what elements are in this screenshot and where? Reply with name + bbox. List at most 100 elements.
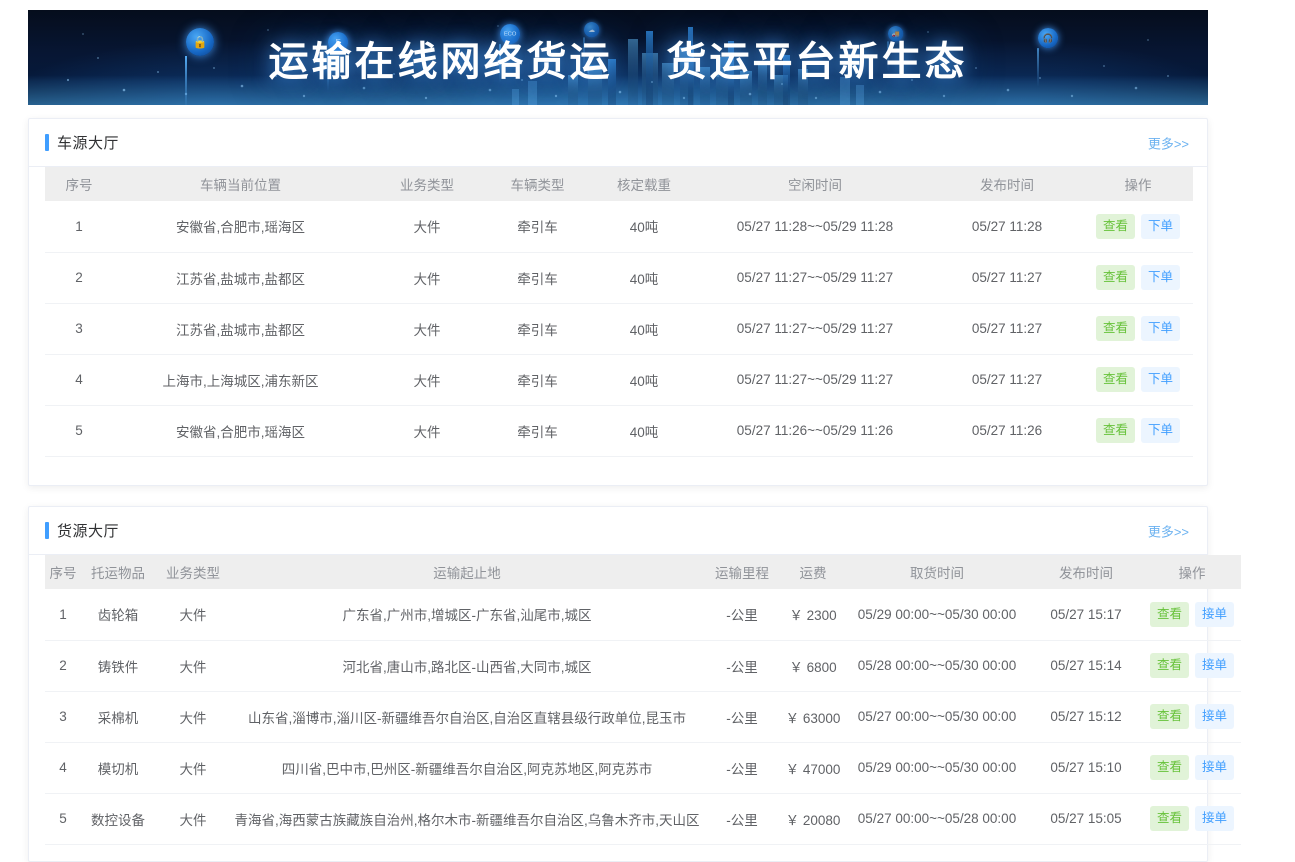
order-button[interactable]: 下单: [1141, 418, 1181, 443]
view-button[interactable]: 查看: [1149, 704, 1189, 729]
accept-button[interactable]: 接单: [1195, 806, 1235, 831]
row-idle-time: 05/27 11:26~~05/29 11:26: [699, 405, 931, 457]
cargo-table-wrapper: 序号 托运物品 业务类型 运输起止地 运输里程 运费 取货时间 发布时间 操作 …: [29, 555, 1241, 845]
view-button[interactable]: 查看: [1095, 367, 1135, 392]
row-actions: 查看 接单: [1143, 589, 1241, 641]
row-distance: -公里: [703, 691, 781, 743]
row-publish-time: 05/27 15:10: [1029, 742, 1143, 794]
row-pickup-time: 05/27 00:00~~05/30 00:00: [845, 691, 1029, 743]
table-row: 4 上海市,上海城区,浦东新区 大件 牵引车 40吨 05/27 11:27~~…: [45, 354, 1193, 406]
cargo-col-action: 操作: [1143, 555, 1241, 589]
vehicle-col-location: 车辆当前位置: [113, 167, 368, 201]
view-button[interactable]: 查看: [1149, 755, 1189, 780]
vehicle-col-action: 操作: [1083, 167, 1193, 201]
row-freight: ￥ 63000: [781, 691, 845, 743]
view-button[interactable]: 查看: [1095, 265, 1135, 290]
row-index: 4: [45, 354, 113, 406]
row-location: 安徽省,合肥市,瑶海区: [113, 405, 368, 457]
cargo-table: 序号 托运物品 业务类型 运输起止地 运输里程 运费 取货时间 发布时间 操作 …: [45, 555, 1241, 845]
vehicle-col-idle: 空闲时间: [699, 167, 931, 201]
hero-banner: 🔒 F ECO ☁ 🚚 🎧 运输在线网络货运 货运平台新生态: [28, 10, 1208, 105]
row-index: 1: [45, 201, 113, 253]
row-business-type: 大件: [155, 793, 231, 845]
row-goods: 数控设备: [81, 793, 155, 845]
row-publish-time: 05/27 15:05: [1029, 793, 1143, 845]
row-route: 山东省,淄博市,淄川区-新疆维吾尔自治区,自治区直辖县级行政单位,昆玉市: [231, 691, 703, 743]
cargo-col-goods: 托运物品: [81, 555, 155, 589]
row-freight: ￥ 2300: [781, 589, 845, 641]
view-button[interactable]: 查看: [1095, 418, 1135, 443]
vehicle-table-wrapper: 序号 车辆当前位置 业务类型 车辆类型 核定载重 空闲时间 发布时间 操作 1 …: [29, 167, 1207, 457]
row-actions: 查看 接单: [1143, 793, 1241, 845]
cargo-table-head: 序号 托运物品 业务类型 运输起止地 运输里程 运费 取货时间 发布时间 操作: [45, 555, 1241, 589]
row-rated-load: 40吨: [589, 201, 699, 253]
table-row: 5 安徽省,合肥市,瑶海区 大件 牵引车 40吨 05/27 11:26~~05…: [45, 405, 1193, 457]
row-index: 3: [45, 691, 81, 743]
cargo-col-pickup: 取货时间: [845, 555, 1029, 589]
order-button[interactable]: 下单: [1141, 316, 1181, 341]
row-index: 5: [45, 793, 81, 845]
row-index: 5: [45, 405, 113, 457]
row-rated-load: 40吨: [589, 303, 699, 355]
row-route: 广东省,广州市,增城区-广东省,汕尾市,城区: [231, 589, 703, 641]
row-route: 青海省,海西蒙古族藏族自治州,格尔木市-新疆维吾尔自治区,乌鲁木齐市,天山区: [231, 793, 703, 845]
row-rated-load: 40吨: [589, 405, 699, 457]
row-location: 江苏省,盐城市,盐都区: [113, 303, 368, 355]
row-idle-time: 05/27 11:27~~05/29 11:27: [699, 252, 931, 304]
cargo-col-index: 序号: [45, 555, 81, 589]
row-rated-load: 40吨: [589, 252, 699, 304]
view-button[interactable]: 查看: [1149, 602, 1189, 627]
row-goods: 模切机: [81, 742, 155, 794]
row-idle-time: 05/27 11:28~~05/29 11:28: [699, 201, 931, 253]
row-business-type: 大件: [155, 742, 231, 794]
cargo-col-distance: 运输里程: [703, 555, 781, 589]
vehicle-more-link[interactable]: 更多>>: [1148, 133, 1189, 152]
accept-button[interactable]: 接单: [1195, 755, 1235, 780]
row-freight: ￥ 6800: [781, 640, 845, 692]
accent-bar-icon: [45, 522, 49, 539]
row-publish-time: 05/27 11:26: [931, 405, 1083, 457]
row-freight: ￥ 20080: [781, 793, 845, 845]
cargo-hall-card: 货源大厅 更多>> 序号 托运物品 业务类型 运输起止地 运输里程 运费 取货时…: [28, 506, 1241, 862]
view-button[interactable]: 查看: [1149, 653, 1189, 678]
cargo-header-row: 序号 托运物品 业务类型 运输起止地 运输里程 运费 取货时间 发布时间 操作: [45, 555, 1241, 589]
row-publish-time: 05/27 11:28: [931, 201, 1083, 253]
vehicle-col-business: 业务类型: [368, 167, 486, 201]
order-button[interactable]: 下单: [1141, 214, 1181, 239]
vehicle-card-header: 车源大厅 更多>>: [29, 119, 1207, 167]
row-actions: 查看 下单: [1083, 405, 1193, 457]
accept-button[interactable]: 接单: [1195, 602, 1235, 627]
row-publish-time: 05/27 11:27: [931, 303, 1083, 355]
row-publish-time: 05/27 15:14: [1029, 640, 1143, 692]
row-idle-time: 05/27 11:27~~05/29 11:27: [699, 354, 931, 406]
view-button[interactable]: 查看: [1095, 214, 1135, 239]
row-index: 2: [45, 252, 113, 304]
accept-button[interactable]: 接单: [1195, 653, 1235, 678]
row-distance: -公里: [703, 640, 781, 692]
row-index: 2: [45, 640, 81, 692]
view-button[interactable]: 查看: [1149, 806, 1189, 831]
vehicle-table: 序号 车辆当前位置 业务类型 车辆类型 核定载重 空闲时间 发布时间 操作 1 …: [45, 167, 1193, 457]
row-business-type: 大件: [368, 405, 486, 457]
order-button[interactable]: 下单: [1141, 265, 1181, 290]
table-row: 2 江苏省,盐城市,盐都区 大件 牵引车 40吨 05/27 11:27~~05…: [45, 252, 1193, 304]
cargo-col-business: 业务类型: [155, 555, 231, 589]
row-pickup-time: 05/27 00:00~~05/28 00:00: [845, 793, 1029, 845]
row-pickup-time: 05/29 00:00~~05/30 00:00: [845, 589, 1029, 641]
vehicle-header-row: 序号 车辆当前位置 业务类型 车辆类型 核定载重 空闲时间 发布时间 操作: [45, 167, 1193, 201]
table-row: 4 模切机 大件 四川省,巴中市,巴州区-新疆维吾尔自治区,阿克苏地区,阿克苏市…: [45, 742, 1241, 794]
cargo-more-link[interactable]: 更多>>: [1148, 521, 1189, 540]
accept-button[interactable]: 接单: [1195, 704, 1235, 729]
view-button[interactable]: 查看: [1095, 316, 1135, 341]
row-freight: ￥ 47000: [781, 742, 845, 794]
row-actions: 查看 下单: [1083, 354, 1193, 406]
row-publish-time: 05/27 11:27: [931, 354, 1083, 406]
row-business-type: 大件: [155, 691, 231, 743]
row-business-type: 大件: [368, 303, 486, 355]
vehicle-section-title: 车源大厅: [57, 135, 120, 152]
vehicle-col-load: 核定载重: [589, 167, 699, 201]
order-button[interactable]: 下单: [1141, 367, 1181, 392]
vehicle-table-head: 序号 车辆当前位置 业务类型 车辆类型 核定载重 空闲时间 发布时间 操作: [45, 167, 1193, 201]
cargo-col-freight: 运费: [781, 555, 845, 589]
row-distance: -公里: [703, 793, 781, 845]
